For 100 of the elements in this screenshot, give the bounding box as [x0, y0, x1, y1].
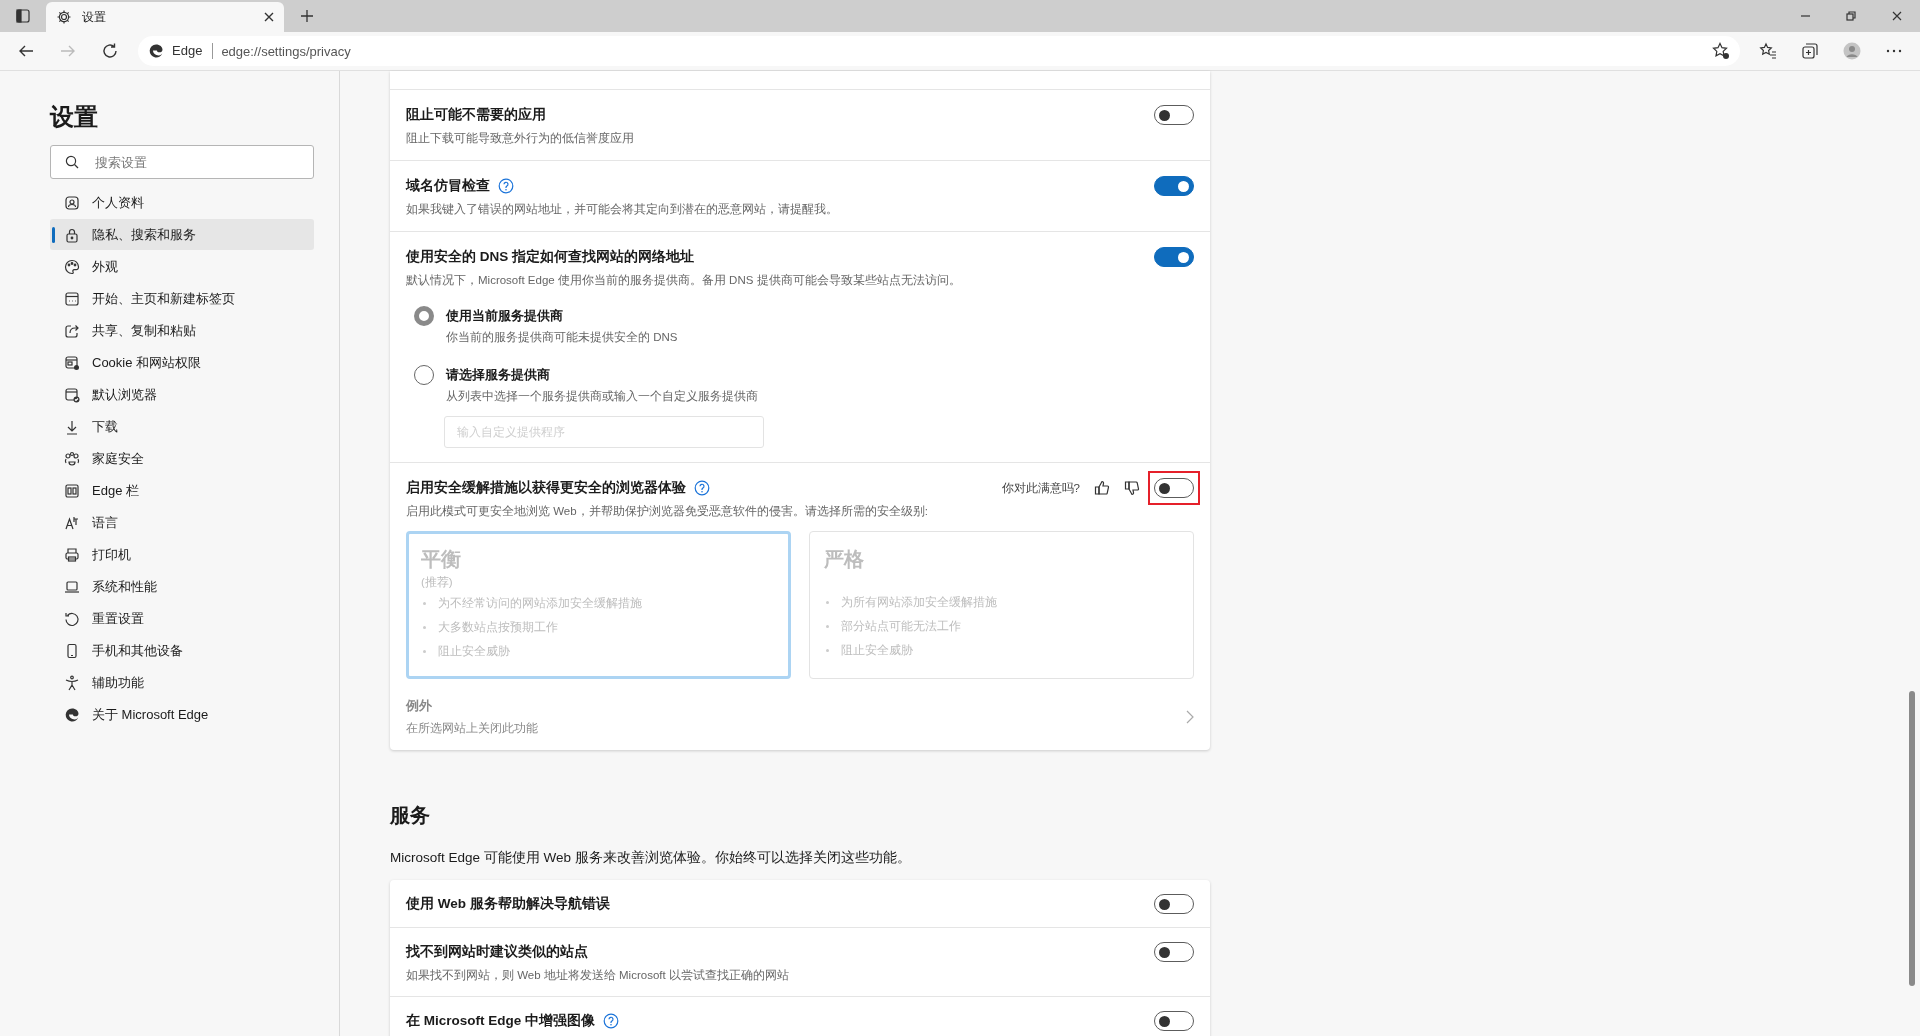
- url-text[interactable]: edge://settings/privacy: [221, 43, 351, 59]
- bullet-dot: [423, 626, 426, 629]
- close-icon[interactable]: [264, 12, 274, 22]
- setting-description: 如果找不到网站，则 Web 地址将发送给 Microsoft 以尝试查找正确的网站: [406, 968, 790, 983]
- level-point: 阻止安全威胁: [841, 643, 913, 658]
- setting-description: 阻止下载可能导致意外行为的低信誉度应用: [406, 131, 635, 146]
- toggle-switch[interactable]: [1154, 894, 1194, 914]
- close-icon[interactable]: [1892, 11, 1902, 21]
- toggle-switch[interactable]: [1154, 176, 1194, 196]
- profile-icon: [64, 194, 80, 211]
- setting-title: 找不到网站时建议类似的站点: [406, 943, 588, 961]
- tab-title: 设置: [82, 8, 107, 26]
- palette-icon: [64, 258, 80, 275]
- window-icon: [64, 290, 80, 307]
- toggle-switch[interactable]: [1154, 942, 1194, 962]
- browser-check-icon: [64, 386, 80, 403]
- sidebar-item[interactable]: Edge 栏: [50, 475, 314, 506]
- toggle-switch[interactable]: [1154, 247, 1194, 267]
- setting-title: 使用 Web 服务帮助解决导航错误: [406, 895, 610, 913]
- radio-button[interactable]: [414, 365, 434, 385]
- setting-title: 阻止可能不需要的应用: [406, 106, 546, 124]
- star-add-icon[interactable]: [1712, 42, 1730, 60]
- level-point: 部分站点可能无法工作: [841, 619, 961, 634]
- bullet-dot: [826, 625, 829, 628]
- toggle-switch[interactable]: [1154, 478, 1194, 498]
- bullet-dot: [826, 649, 829, 652]
- sidebar-item[interactable]: 开始、主页和新建标签页: [50, 283, 314, 314]
- section-title: 服务: [390, 803, 431, 828]
- setting-title: 使用安全的 DNS 指定如何查找网站的网络地址: [406, 248, 694, 266]
- lock-icon: [64, 226, 80, 243]
- level-point: 为不经常访问的网站添加安全缓解措施: [438, 596, 642, 611]
- phone-icon: [64, 642, 80, 659]
- setting-title: 启用安全缓解措施以获得更安全的浏览器体验: [406, 479, 686, 497]
- sidebar-item[interactable]: 外观: [50, 251, 314, 282]
- search-field[interactable]: 搜索设置: [50, 145, 314, 179]
- sidebar-item[interactable]: 辅助功能: [50, 667, 314, 698]
- scrollbar-thumb[interactable]: [1909, 691, 1915, 986]
- level-point: 大多数站点按预期工作: [438, 620, 558, 635]
- search-icon: [65, 155, 79, 169]
- level-title: 平衡: [421, 547, 462, 572]
- setting-description: 启用此模式可更安全地浏览 Web，并帮助保护浏览器免受恶意软件的侵害。请选择所需的安全级别:: [406, 504, 929, 519]
- sidebar-item[interactable]: 家庭安全: [50, 443, 314, 474]
- sidebar-item[interactable]: 下载: [50, 411, 314, 442]
- restore-icon[interactable]: [1846, 11, 1856, 21]
- edge-logo-icon: [148, 43, 164, 59]
- site-label: Edge: [172, 43, 214, 59]
- setting-title: 域名仿冒检查: [406, 177, 490, 195]
- level-point: 阻止安全威胁: [438, 644, 510, 659]
- edge-logo-icon: [64, 706, 80, 723]
- share-icon: [64, 322, 80, 339]
- feedback-question: 你对此满意吗?: [1001, 480, 1080, 496]
- toggle-switch[interactable]: [1154, 105, 1194, 125]
- sidebar-item[interactable]: 隐私、搜索和服务: [50, 219, 314, 250]
- sidebar-title: 设置: [50, 102, 99, 132]
- collections-icon[interactable]: [1801, 42, 1819, 60]
- download-icon: [64, 418, 80, 435]
- sidebar-toggle-icon[interactable]: [16, 9, 30, 23]
- new-tab-icon[interactable]: [300, 9, 314, 23]
- sidebar-item[interactable]: 手机和其他设备: [50, 635, 314, 666]
- setting-title: 在 Microsoft Edge 中增强图像: [406, 1012, 595, 1030]
- bullet-dot: [826, 601, 829, 604]
- level-point: 为所有网站添加安全缓解措施: [841, 595, 997, 610]
- help-icon[interactable]: [694, 480, 710, 496]
- exceptions-description: 在所选网站上关闭此功能: [406, 721, 538, 736]
- laptop-icon: [64, 578, 80, 595]
- refresh-icon[interactable]: [101, 42, 119, 60]
- option-label: 请选择服务提供商: [446, 366, 551, 384]
- bullet-dot: [423, 602, 426, 605]
- language-icon: [64, 514, 80, 531]
- sidebar-item[interactable]: 共享、复制和粘贴: [50, 315, 314, 346]
- family-icon: [64, 450, 80, 467]
- section-description: Microsoft Edge 可能使用 Web 服务来改善浏览体验。你始终可以选择关闭这些功能。: [390, 849, 912, 867]
- accessibility-icon: [64, 674, 80, 691]
- sidebar-item[interactable]: 关于 Microsoft Edge: [50, 699, 314, 730]
- reset-icon: [64, 610, 80, 627]
- avatar-icon[interactable]: [1843, 42, 1861, 60]
- option-label: 使用当前服务提供商: [446, 307, 564, 325]
- thumbs-down-icon[interactable]: [1124, 480, 1140, 496]
- help-icon[interactable]: [498, 178, 514, 194]
- favorites-icon[interactable]: [1759, 42, 1777, 60]
- level-note: (推荐): [421, 575, 454, 590]
- sidebar-item[interactable]: 语言: [50, 507, 314, 538]
- browser-tab[interactable]: 设置: [46, 2, 284, 32]
- thumbs-up-icon[interactable]: [1094, 480, 1110, 496]
- option-description: 你当前的服务提供商可能未提供安全的 DNS: [446, 330, 678, 345]
- sidebar-item[interactable]: 重置设置: [50, 603, 314, 634]
- printer-icon: [64, 546, 80, 563]
- sidebar-item[interactable]: 打印机: [50, 539, 314, 570]
- sidebar-item[interactable]: 个人资料: [50, 187, 314, 218]
- level-title: 严格: [824, 547, 865, 572]
- setting-description: 如果我键入了错误的网站地址，并可能会将其定向到潜在的恶意网站，请提醒我。: [406, 202, 839, 217]
- help-icon[interactable]: [603, 1013, 619, 1029]
- toggle-switch[interactable]: [1154, 1011, 1194, 1031]
- setting-description: 默认情况下，Microsoft Edge 使用你当前的服务提供商。备用 DNS 提供商可能会导致某些站点无法访问。: [406, 273, 962, 288]
- sidebar-item[interactable]: 系统和性能: [50, 571, 314, 602]
- cookie-icon: [64, 354, 80, 371]
- sidebar-item[interactable]: 默认浏览器: [50, 379, 314, 410]
- option-description: 从列表中选择一个服务提供商或输入一个自定义服务提供商: [446, 389, 758, 404]
- sidebar-item[interactable]: Cookie 和网站权限: [50, 347, 314, 378]
- radio-button[interactable]: [414, 306, 434, 326]
